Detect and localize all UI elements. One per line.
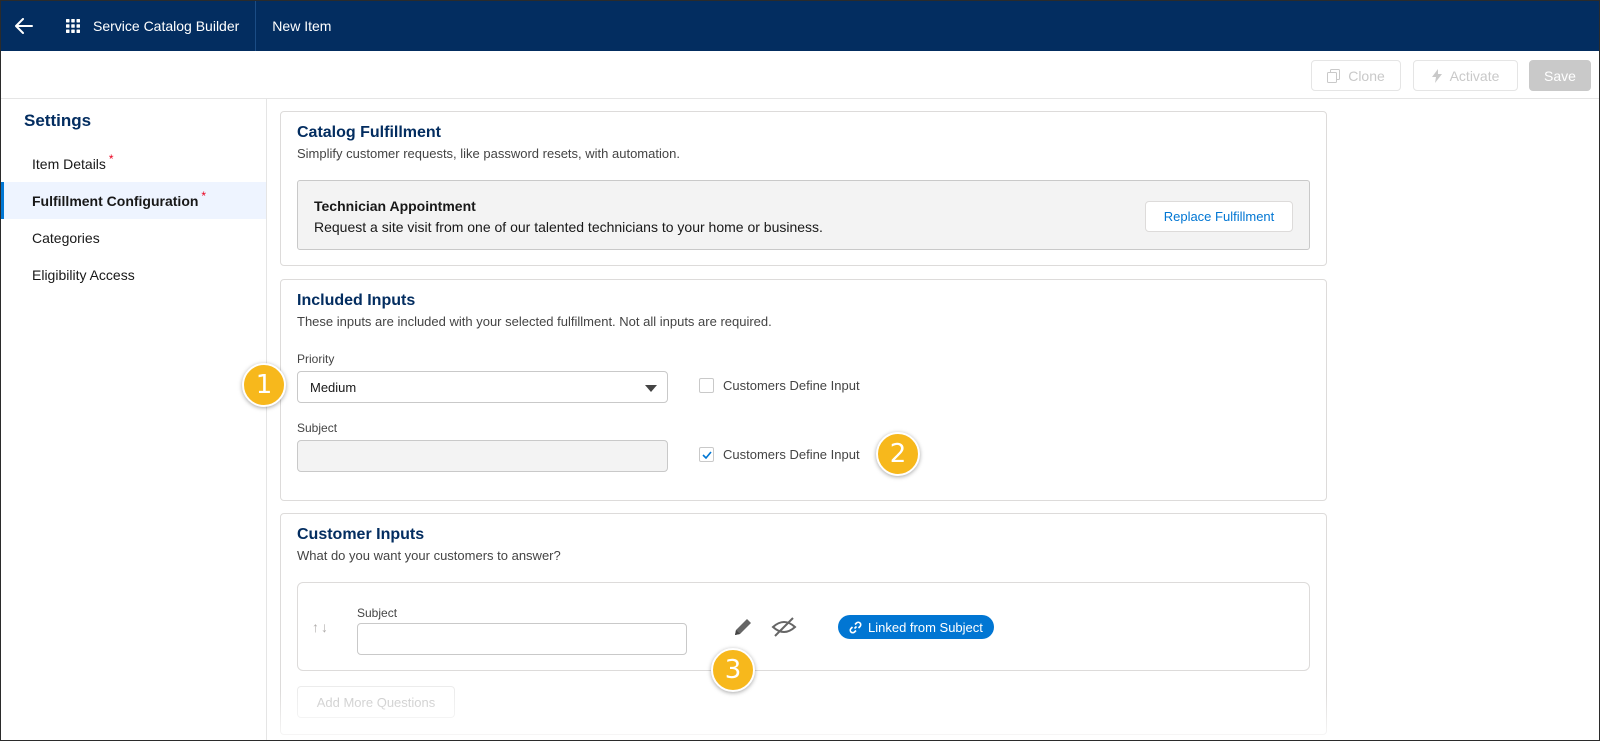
activate-label: Activate <box>1449 67 1500 84</box>
hide-icon[interactable] <box>771 615 797 639</box>
subject-customers-define-checkbox[interactable] <box>699 447 714 462</box>
catalog-fulfillment-card: Catalog Fulfillment Simplify customer re… <box>280 111 1327 266</box>
sidebar-item-label: Categories <box>32 229 100 246</box>
settings-nav: Item Details * Fulfillment Configuration *… <box>1 145 266 293</box>
caret-down-icon <box>645 385 657 392</box>
required-marker: * <box>108 151 114 166</box>
sidebar-item-label: Fulfillment Configuration <box>32 192 199 209</box>
app-launcher-icon[interactable] <box>61 14 85 38</box>
priority-label: Priority <box>297 352 335 366</box>
subject-customers-define-row: Customers Define Input <box>699 447 860 462</box>
card-subtitle: Simplify customer requests, like passwor… <box>297 146 680 161</box>
customer-inputs-card: Customer Inputs What do you want your cu… <box>280 513 1327 735</box>
sidebar-item-eligibility-access[interactable]: Eligibility Access <box>1 256 266 293</box>
app-window: Service Catalog Builder New Item Clone A… <box>0 0 1600 741</box>
linked-from-subject-badge: Linked from Subject <box>838 615 994 639</box>
priority-customers-define-checkbox[interactable] <box>699 378 714 393</box>
included-inputs-card: Included Inputs These inputs are include… <box>280 279 1327 501</box>
pencil-icon[interactable] <box>731 615 755 639</box>
priority-select[interactable]: Medium <box>297 371 668 403</box>
card-subtitle: These inputs are included with your sele… <box>297 314 772 329</box>
settings-sidebar: Settings Item Details * Fulfillment Confi… <box>1 99 267 740</box>
replace-fulfillment-button[interactable]: Replace Fulfillment <box>1145 201 1293 232</box>
reorder-arrows-icon[interactable]: ↑↓ <box>312 619 330 635</box>
callout-1: 1 <box>242 363 286 407</box>
fulfillment-description: Request a site visit from one of our tal… <box>314 219 823 235</box>
required-marker: * <box>201 188 207 203</box>
sidebar-item-label: Eligibility Access <box>32 266 135 283</box>
save-button[interactable]: Save <box>1529 60 1591 91</box>
app-title: Service Catalog Builder <box>93 1 257 51</box>
clone-button[interactable]: Clone <box>1311 60 1401 91</box>
linked-label: Linked from Subject <box>868 619 983 635</box>
subject-question-input[interactable] <box>357 623 687 655</box>
clone-label: Clone <box>1348 67 1385 84</box>
sidebar-item-label: Item Details <box>32 155 106 172</box>
waffle-icon <box>66 19 80 33</box>
card-subtitle: What do you want your customers to answe… <box>297 548 561 563</box>
callout-3: 3 <box>711 648 755 692</box>
subject-field-label: Subject <box>357 606 398 620</box>
selected-fulfillment: Technician Appointment Request a site vi… <box>297 180 1310 250</box>
checkbox-label: Customers Define Input <box>723 447 860 462</box>
card-title: Catalog Fulfillment <box>297 124 441 141</box>
back-arrow-icon <box>15 18 33 34</box>
card-title: Customer Inputs <box>297 526 425 543</box>
fulfillment-title: Technician Appointment <box>314 198 476 214</box>
lightning-icon <box>1431 68 1442 83</box>
sidebar-title: Settings <box>24 111 92 130</box>
subject-input-disabled <box>297 440 668 472</box>
priority-customers-define-row: Customers Define Input <box>699 378 860 393</box>
action-bar: Clone Activate Save <box>1 51 1599 99</box>
sidebar-item-fulfillment-configuration[interactable]: Fulfillment Configuration * <box>1 182 266 219</box>
sidebar-item-item-details[interactable]: Item Details * <box>1 145 266 182</box>
activate-button[interactable]: Activate <box>1413 60 1518 91</box>
tab-new-item[interactable]: New Item <box>272 18 331 34</box>
subject-label: Subject <box>297 421 338 435</box>
customer-input-row: ↑↓ Subject Linked from Subject <box>297 582 1310 671</box>
checkmark-icon <box>701 450 712 459</box>
global-header: Service Catalog Builder New Item <box>1 1 1599 51</box>
card-title: Included Inputs <box>297 292 416 309</box>
copy-icon <box>1327 68 1341 83</box>
priority-value: Medium <box>310 379 357 395</box>
add-more-questions-button[interactable]: Add More Questions <box>297 686 455 718</box>
link-icon <box>849 621 862 633</box>
checkbox-label: Customers Define Input <box>723 378 860 393</box>
callout-2: 2 <box>876 432 920 476</box>
sidebar-item-categories[interactable]: Categories <box>1 219 266 256</box>
back-button[interactable] <box>1 1 47 51</box>
